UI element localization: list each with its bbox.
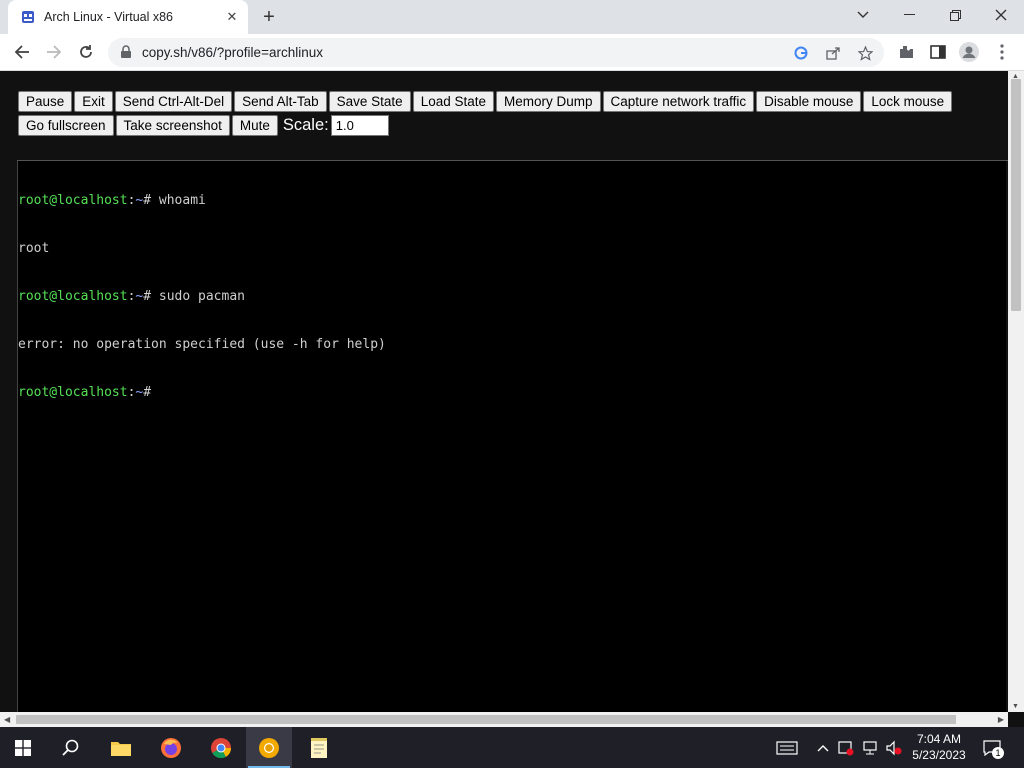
scale-input[interactable]: 1.0 bbox=[330, 115, 389, 136]
minimize-button[interactable] bbox=[886, 0, 932, 30]
firefox-icon bbox=[161, 737, 181, 758]
prompt-user: root@localhost bbox=[18, 289, 128, 304]
address-bar[interactable]: copy.sh/v86/?profile=archlinux bbox=[108, 38, 884, 67]
share-icon[interactable] bbox=[824, 44, 842, 62]
emulator-controls: Pause Exit Send Ctrl-Alt-Del Send Alt-Tab Sa… bbox=[18, 91, 998, 139]
clock-time: 7:04 AM bbox=[916, 732, 962, 746]
close-window-button[interactable] bbox=[978, 0, 1024, 30]
file-explorer-app[interactable] bbox=[98, 727, 144, 768]
send-alt-tab-button[interactable]: Send Alt-Tab bbox=[234, 91, 327, 112]
network-icon[interactable] bbox=[860, 727, 880, 768]
windows-taskbar: 7:04 AM 5/23/2023 1 bbox=[0, 727, 1024, 768]
windows-logo-icon bbox=[15, 739, 31, 756]
output-text: error: no operation specified (use -h fo… bbox=[18, 337, 386, 352]
forward-button[interactable] bbox=[42, 40, 66, 64]
exit-button[interactable]: Exit bbox=[74, 91, 113, 112]
terminal-output: root@localhost:~# whoami root root@local… bbox=[18, 161, 386, 433]
prompt-symbol: # bbox=[143, 289, 152, 304]
vertical-scrollbar[interactable]: ▲ ▼ bbox=[1008, 71, 1024, 712]
new-tab-button[interactable]: + bbox=[258, 6, 280, 28]
keyboard-layout-icon[interactable] bbox=[774, 727, 800, 768]
taskbar-clock[interactable]: 7:04 AM 5/23/2023 bbox=[904, 731, 974, 763]
emulator-screen[interactable]: root@localhost:~# whoami root root@local… bbox=[17, 161, 1006, 712]
browser-tab-strip: Arch Linux - Virtual x86 ✕ + bbox=[0, 0, 1024, 34]
search-button[interactable] bbox=[48, 727, 94, 768]
disable-mouse-button[interactable]: Disable mouse bbox=[756, 91, 862, 112]
clock-date: 5/23/2023 bbox=[912, 748, 966, 762]
v86-page: Pause Exit Send Ctrl-Alt-Del Send Alt-Tab Sa… bbox=[0, 71, 1008, 712]
scale-label: Scale: bbox=[282, 116, 329, 134]
terminal-line: root bbox=[18, 241, 386, 257]
menu-kebab-icon[interactable] bbox=[992, 42, 1012, 62]
firefox-app[interactable] bbox=[148, 727, 194, 768]
tab-close-icon[interactable]: ✕ bbox=[224, 9, 240, 25]
v86-favicon-icon bbox=[22, 11, 34, 23]
start-button[interactable] bbox=[0, 727, 46, 768]
back-arrow-icon bbox=[14, 45, 29, 59]
notepad-icon bbox=[311, 737, 327, 758]
lock-icon[interactable] bbox=[120, 45, 132, 59]
google-translate-icon[interactable] bbox=[792, 44, 810, 62]
controls-row-1: Pause Exit Send Ctrl-Alt-Del Send Alt-Tab Sa… bbox=[18, 91, 998, 115]
take-screenshot-button[interactable]: Take screenshot bbox=[115, 115, 230, 136]
lock-mouse-button[interactable]: Lock mouse bbox=[863, 91, 953, 112]
prompt-user: root@localhost bbox=[18, 193, 128, 208]
tab-title: Arch Linux - Virtual x86 bbox=[44, 10, 173, 24]
horizontal-scroll-thumb[interactable] bbox=[16, 715, 956, 724]
go-fullscreen-button[interactable]: Go fullscreen bbox=[18, 115, 114, 136]
send-ctrl-alt-del-button[interactable]: Send Ctrl-Alt-Del bbox=[114, 91, 233, 112]
restore-button[interactable] bbox=[932, 0, 978, 30]
reload-icon bbox=[80, 45, 92, 58]
command-text: whoami bbox=[158, 193, 206, 208]
horizontal-scrollbar[interactable]: ◀ ▶ bbox=[0, 712, 1008, 727]
save-state-button[interactable]: Save State bbox=[328, 91, 411, 112]
notification-count-badge: 1 bbox=[992, 746, 1004, 759]
extensions-icon[interactable] bbox=[896, 42, 916, 62]
terminal-line: root@localhost:~# sudo pacman bbox=[18, 289, 386, 305]
folder-icon bbox=[111, 741, 131, 756]
security-icon[interactable] bbox=[836, 727, 856, 768]
pause-button[interactable]: Pause bbox=[18, 91, 73, 112]
notepad-app[interactable] bbox=[296, 727, 342, 768]
scroll-down-arrow-icon[interactable]: ▼ bbox=[1012, 703, 1019, 710]
prompt-symbol: # bbox=[143, 385, 152, 400]
mute-button[interactable]: Mute bbox=[231, 115, 278, 136]
scroll-left-arrow-icon[interactable]: ◀ bbox=[4, 715, 10, 724]
chrome-app[interactable] bbox=[198, 727, 244, 768]
show-hidden-icons-chevron-icon[interactable] bbox=[813, 727, 833, 768]
search-icon bbox=[62, 739, 79, 756]
scroll-right-arrow-icon[interactable]: ▶ bbox=[998, 715, 1004, 724]
back-button[interactable] bbox=[10, 40, 34, 64]
terminal-line: root@localhost:~# whoami bbox=[18, 193, 386, 209]
tab-search-icon[interactable] bbox=[840, 0, 886, 30]
volume-muted-icon[interactable] bbox=[884, 727, 904, 768]
chrome-icon bbox=[211, 737, 232, 758]
load-state-button[interactable]: Load State bbox=[412, 91, 494, 112]
chrome-canary-icon bbox=[259, 737, 279, 758]
prompt-symbol: # bbox=[143, 193, 152, 208]
controls-row-2: Go fullscreen Take screenshot Mute Scale: 1.… bbox=[18, 115, 998, 139]
memory-dump-button[interactable]: Memory Dump bbox=[496, 91, 601, 112]
chrome-canary-app[interactable] bbox=[246, 727, 292, 768]
terminal-line: root@localhost:~# bbox=[18, 385, 386, 401]
action-center-button[interactable]: 1 bbox=[980, 727, 1004, 768]
capture-network-traffic-button[interactable]: Capture network traffic bbox=[602, 91, 755, 112]
side-panel-icon[interactable] bbox=[928, 42, 948, 62]
command-text: sudo pacman bbox=[158, 289, 245, 304]
vertical-scroll-thumb[interactable] bbox=[1011, 79, 1021, 311]
reload-button[interactable] bbox=[74, 40, 98, 64]
browser-tab-active[interactable]: Arch Linux - Virtual x86 ✕ bbox=[8, 0, 248, 34]
prompt-user: root@localhost bbox=[18, 385, 128, 400]
profile-avatar-icon[interactable] bbox=[959, 42, 979, 62]
bookmark-star-icon[interactable] bbox=[856, 44, 874, 62]
output-text: root bbox=[18, 241, 50, 256]
browser-toolbar: copy.sh/v86/?profile=archlinux bbox=[0, 34, 1024, 71]
forward-arrow-icon bbox=[47, 45, 62, 59]
url-text[interactable]: copy.sh/v86/?profile=archlinux bbox=[142, 45, 323, 60]
terminal-line: error: no operation specified (use -h fo… bbox=[18, 337, 386, 353]
